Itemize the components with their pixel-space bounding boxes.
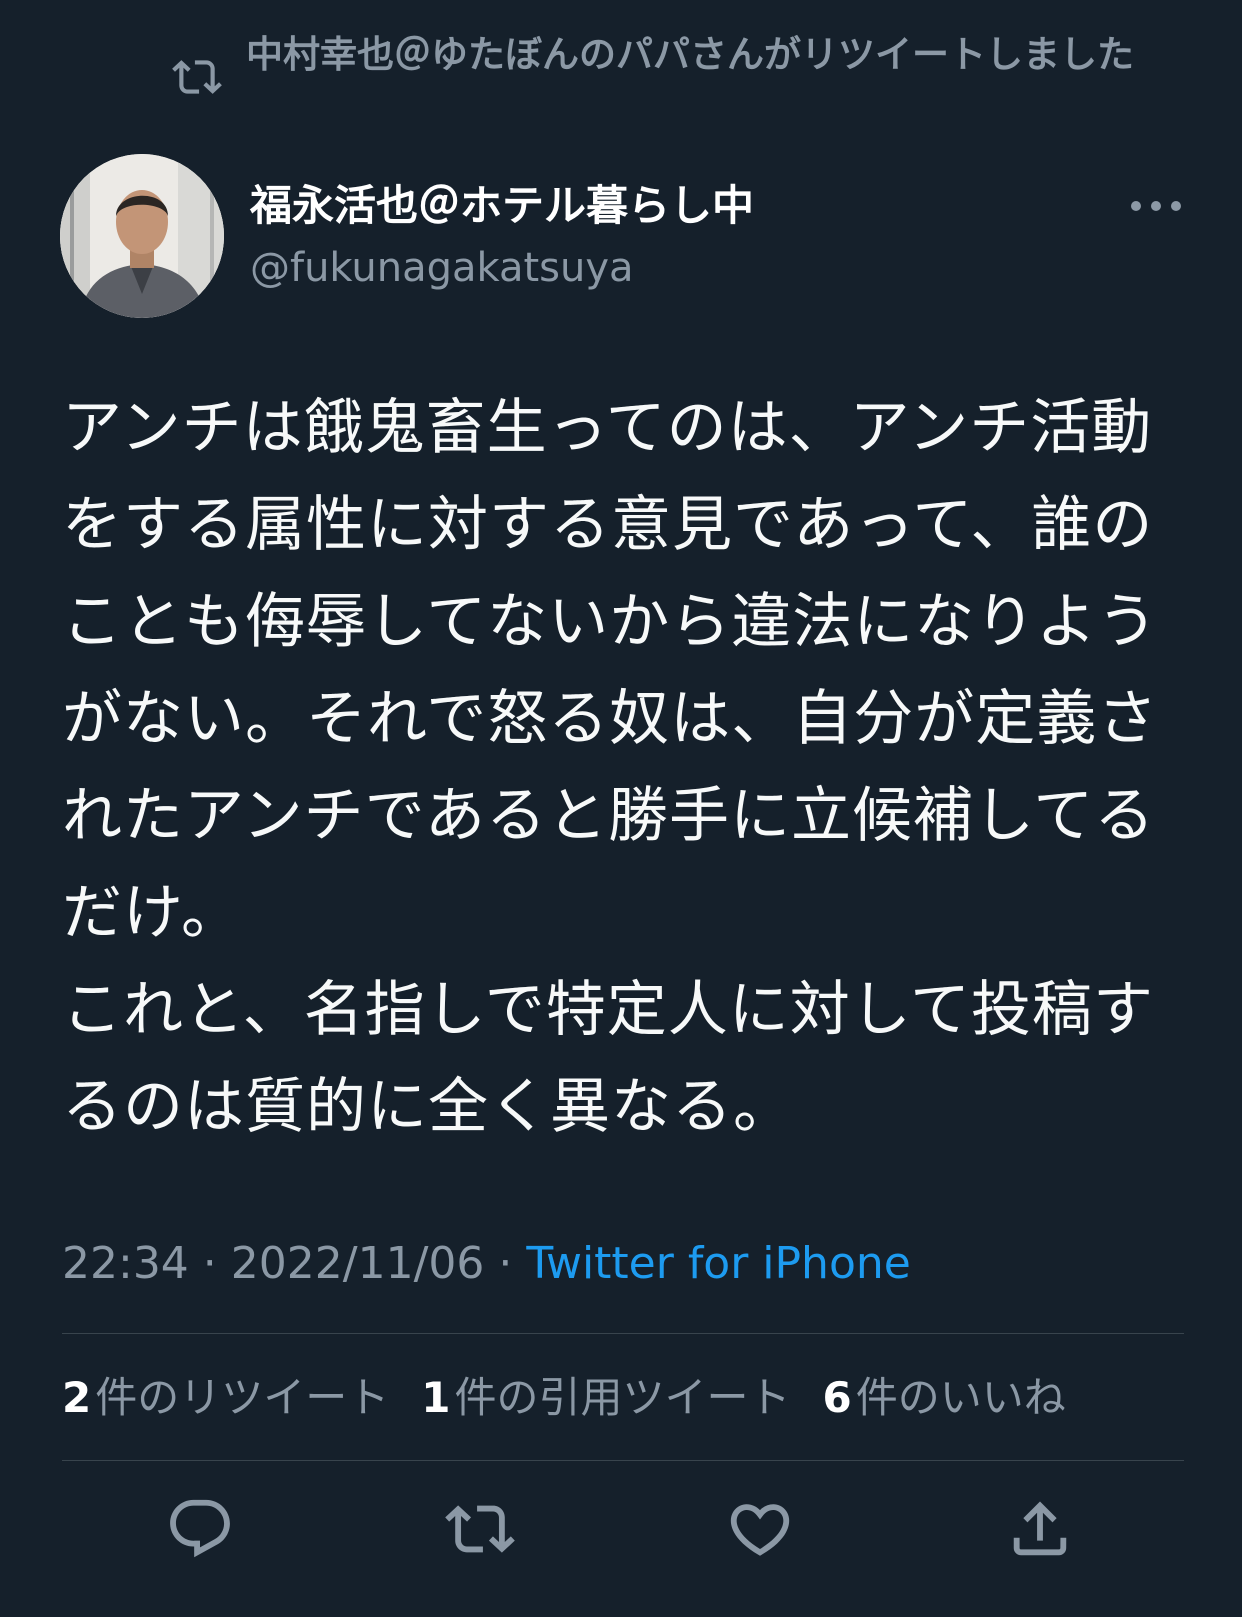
like-icon[interactable] [725, 1494, 795, 1564]
reply-icon[interactable] [165, 1494, 235, 1564]
author-block[interactable]: 福永活也＠ホテル暮らし中 @fukunagakatsuya [250, 178, 754, 296]
retweets-count: 2 [62, 1373, 92, 1422]
retweet-icon[interactable] [445, 1494, 515, 1564]
retweet-icon [172, 60, 222, 94]
divider [62, 1460, 1184, 1461]
retweets-label: 件のリツイート [95, 1373, 390, 1422]
tweet-date: 2022/11/06 [230, 1238, 485, 1289]
quotes-label: 件の引用ツイート [454, 1373, 791, 1422]
tweet-meta: 22:34 · 2022/11/06 · Twitter for iPhone [62, 1236, 911, 1292]
author-display-name[interactable]: 福永活也＠ホテル暮らし中 [250, 178, 754, 234]
meta-separator: · [484, 1238, 527, 1289]
meta-separator: · [188, 1238, 231, 1289]
tweet-stats: 2件のリツイート 1件の引用ツイート 6件のいいね [62, 1370, 1098, 1426]
tweet-actions [0, 1494, 1242, 1564]
tweet-time: 22:34 [62, 1238, 189, 1289]
tweet-text: アンチは餓鬼畜生ってのは、アンチ活動をする属性に対する意見であって、誰のことも侮… [62, 393, 1159, 1142]
retweet-notice[interactable]: 中村幸也＠ゆたぼんのパパさんがリツイートしました [168, 30, 1178, 102]
avatar-photo [60, 154, 224, 318]
quotes-stat[interactable]: 1件の引用ツイート [421, 1370, 790, 1426]
likes-stat[interactable]: 6件のいいね [823, 1370, 1066, 1426]
tweet-source-link[interactable]: Twitter for iPhone [526, 1238, 910, 1289]
quotes-count: 1 [421, 1373, 451, 1422]
avatar[interactable] [60, 154, 224, 318]
author-handle[interactable]: @fukunagakatsuya [250, 240, 754, 296]
likes-label: 件のいいね [855, 1373, 1066, 1422]
divider [62, 1333, 1184, 1334]
more-options-icon[interactable] [1128, 188, 1184, 224]
retweet-notice-text: 中村幸也＠ゆたぼんのパパさんがリツイートしました [246, 33, 1134, 76]
share-icon[interactable] [1005, 1494, 1075, 1564]
likes-count: 6 [822, 1373, 852, 1422]
retweets-stat[interactable]: 2件のリツイート [62, 1370, 389, 1426]
